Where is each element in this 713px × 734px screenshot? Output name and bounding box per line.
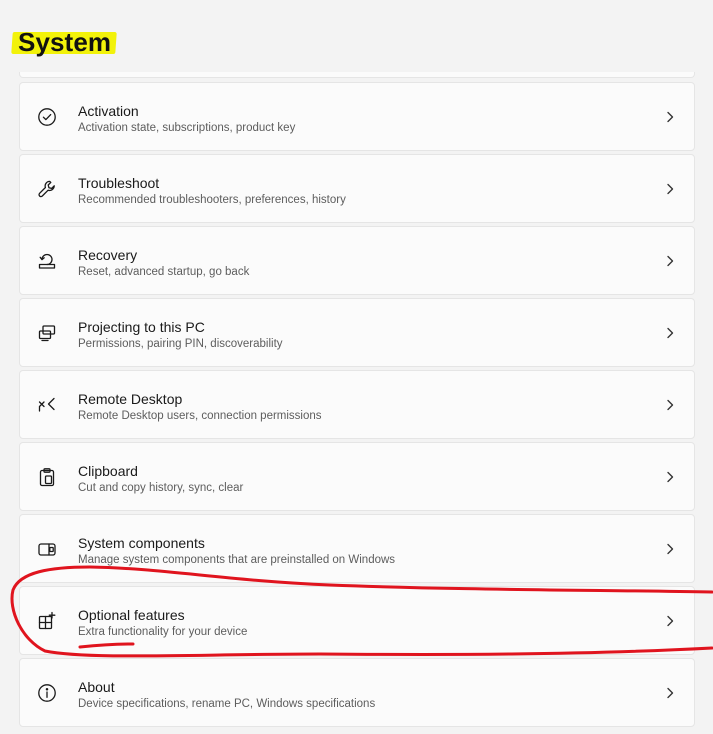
settings-item-subtitle: Activation state, subscriptions, product… — [78, 122, 296, 134]
settings-item-title: System components — [78, 535, 205, 551]
settings-item-title: Activation — [78, 103, 139, 119]
settings-item-text: Clipboard Cut and copy history, sync, cl… — [78, 462, 243, 496]
page-title: System — [18, 27, 112, 57]
settings-item-text: Recovery Reset, advanced startup, go bac… — [78, 246, 249, 280]
chevron-right-icon — [663, 254, 677, 268]
settings-item-text: Projecting to this PC Permissions, pairi… — [78, 318, 283, 352]
settings-item-title: Troubleshoot — [78, 175, 160, 191]
chevron-right-icon — [663, 614, 677, 628]
settings-item-subtitle: Remote Desktop users, connection permiss… — [78, 410, 322, 422]
settings-item-text: Troubleshoot Recommended troubleshooters… — [78, 174, 346, 208]
settings-item-subtitle: Recommended troubleshooters, preferences… — [78, 194, 346, 206]
settings-item-subtitle: Extra functionality for your device — [78, 626, 248, 638]
settings-item-text: About Device specifications, rename PC, … — [78, 678, 375, 712]
wrench-icon — [37, 179, 57, 199]
settings-item-title: Recovery — [78, 247, 138, 263]
chevron-right-icon — [663, 182, 677, 196]
settings-item-recovery[interactable]: Recovery Reset, advanced startup, go bac… — [19, 226, 695, 295]
system-components-icon — [37, 539, 57, 559]
activation-check-icon — [37, 107, 57, 127]
settings-page: System Activation Activation state, subs… — [0, 0, 713, 734]
optional-features-icon — [37, 611, 57, 631]
settings-item-optional-features[interactable]: Optional features Extra functionality fo… — [19, 586, 695, 655]
settings-item-troubleshoot[interactable]: Troubleshoot Recommended troubleshooters… — [19, 154, 695, 223]
settings-item-clipboard[interactable]: Clipboard Cut and copy history, sync, cl… — [19, 442, 695, 511]
settings-item-activation[interactable]: Activation Activation state, subscriptio… — [19, 82, 695, 151]
settings-item-text: Activation Activation state, subscriptio… — [78, 102, 295, 136]
info-icon — [37, 683, 57, 703]
settings-item-title: Projecting to this PC — [78, 319, 205, 335]
settings-item-about[interactable]: About Device specifications, rename PC, … — [19, 658, 695, 727]
settings-item-subtitle: Manage system components that are preins… — [78, 554, 396, 566]
settings-item-title: Remote Desktop — [78, 391, 183, 407]
settings-item-subtitle: Device specifications, rename PC, Window… — [78, 698, 376, 710]
settings-item-text: Optional features Extra functionality fo… — [78, 606, 247, 640]
chevron-right-icon — [663, 110, 677, 124]
settings-item-subtitle: Reset, advanced startup, go back — [78, 266, 250, 278]
settings-item-text: Remote Desktop Remote Desktop users, con… — [78, 390, 322, 424]
page-title-area: System — [11, 26, 117, 58]
settings-item-subtitle: Cut and copy history, sync, clear — [78, 482, 244, 494]
settings-item-remote-desktop[interactable]: Remote Desktop Remote Desktop users, con… — [19, 370, 695, 439]
clipboard-icon — [37, 467, 57, 487]
settings-item-text: System components Manage system componen… — [78, 534, 395, 568]
settings-item-title: About — [78, 679, 115, 695]
recovery-icon — [37, 251, 57, 271]
chevron-right-icon — [663, 470, 677, 484]
scroll-fade — [0, 60, 713, 72]
settings-item-title: Clipboard — [78, 463, 138, 479]
chevron-right-icon — [663, 398, 677, 412]
settings-item-subtitle: Permissions, pairing PIN, discoverabilit… — [78, 338, 283, 350]
chevron-right-icon — [663, 686, 677, 700]
chevron-right-icon — [663, 326, 677, 340]
chevron-right-icon — [663, 542, 677, 556]
settings-item-system-components[interactable]: System components Manage system componen… — [19, 514, 695, 583]
remote-desktop-icon — [37, 395, 57, 415]
settings-list: Activation Activation state, subscriptio… — [19, 82, 695, 730]
settings-item-title: Optional features — [78, 607, 185, 623]
settings-item-projecting[interactable]: Projecting to this PC Permissions, pairi… — [19, 298, 695, 367]
projecting-icon — [37, 323, 57, 343]
